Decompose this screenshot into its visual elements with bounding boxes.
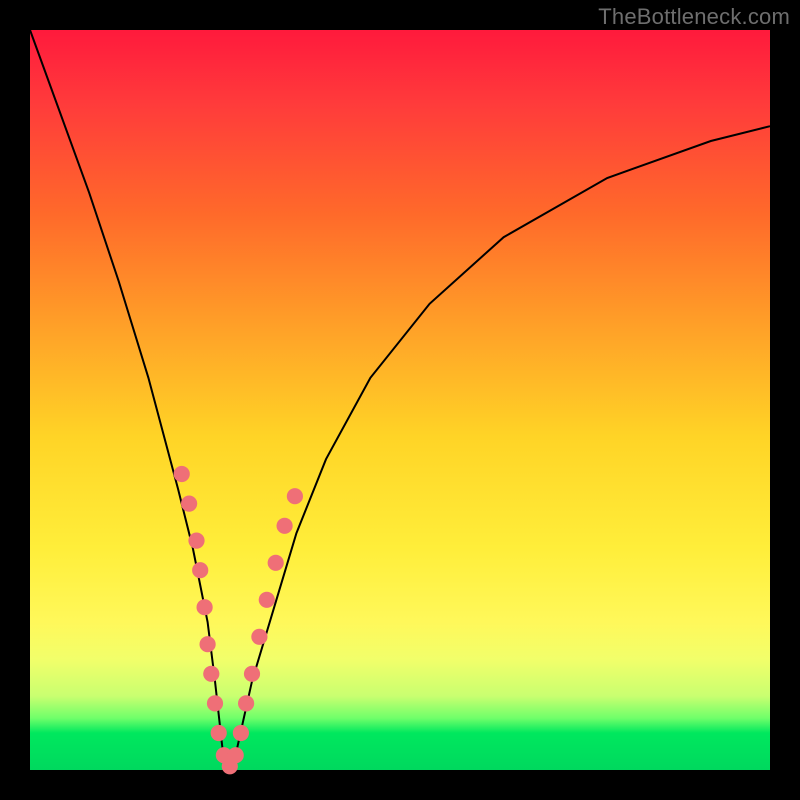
watermark-text: TheBottleneck.com bbox=[598, 4, 790, 30]
curve-marker bbox=[277, 518, 293, 534]
curve-marker bbox=[211, 725, 227, 741]
curve-marker bbox=[244, 666, 260, 682]
curve-marker bbox=[181, 496, 197, 512]
curve-marker bbox=[268, 555, 284, 571]
curve-marker bbox=[197, 599, 213, 615]
curve-marker bbox=[174, 466, 190, 482]
curve-marker bbox=[238, 695, 254, 711]
chart-frame: TheBottleneck.com bbox=[0, 0, 800, 800]
bottleneck-curve-svg bbox=[30, 30, 770, 770]
curve-marker bbox=[200, 636, 216, 652]
curve-marker bbox=[207, 695, 223, 711]
bottleneck-curve bbox=[30, 30, 770, 770]
curve-marker bbox=[228, 747, 244, 763]
curve-marker bbox=[233, 725, 249, 741]
curve-marker bbox=[203, 666, 219, 682]
curve-marker bbox=[188, 533, 204, 549]
curve-marker bbox=[287, 488, 303, 504]
curve-marker bbox=[192, 562, 208, 578]
curve-marker bbox=[259, 592, 275, 608]
plot-area bbox=[30, 30, 770, 770]
curve-markers bbox=[174, 466, 303, 775]
curve-marker bbox=[251, 629, 267, 645]
